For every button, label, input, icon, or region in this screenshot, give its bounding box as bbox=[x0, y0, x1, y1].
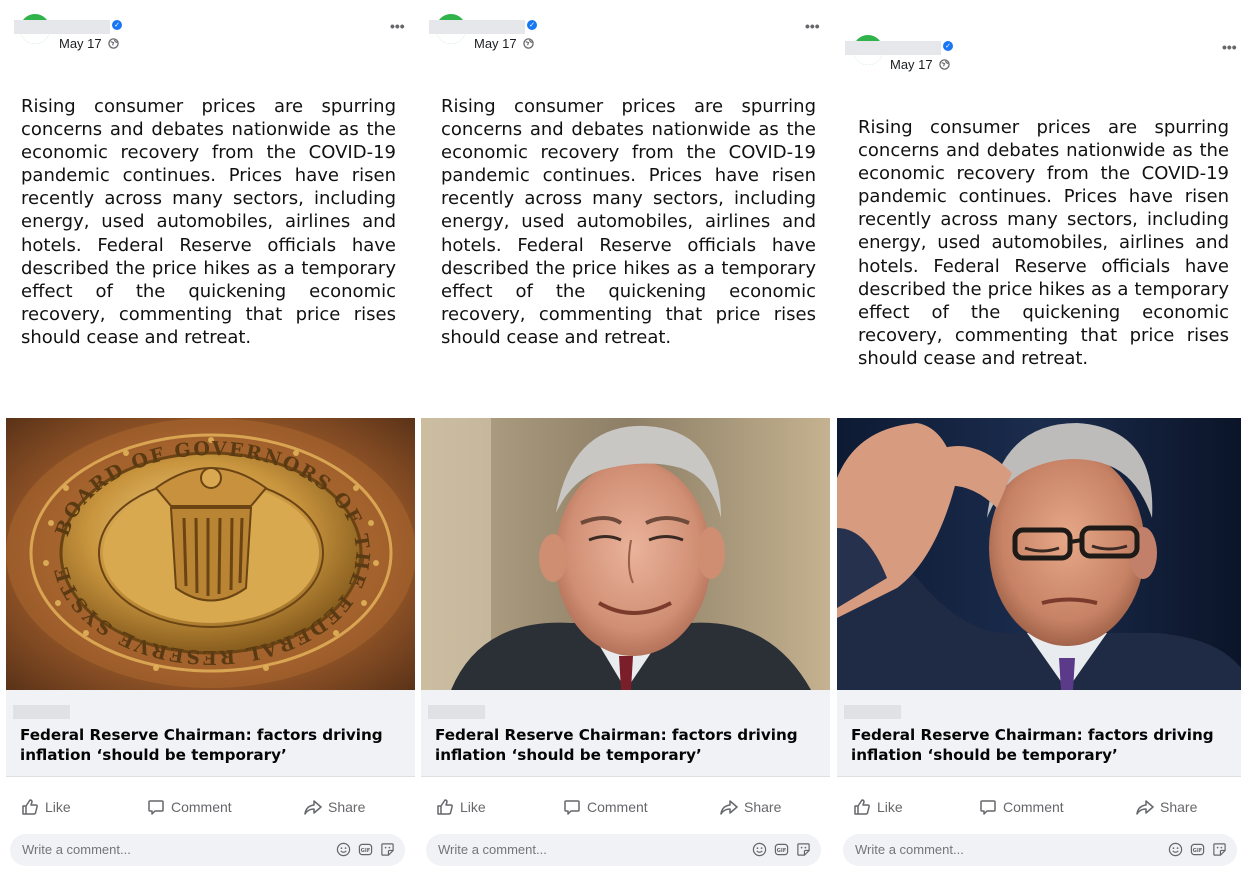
svg-text:GIF: GIF bbox=[1193, 848, 1203, 854]
smiley-icon[interactable] bbox=[752, 842, 767, 857]
composer-icons: GIF bbox=[752, 842, 811, 857]
svg-text:GIF: GIF bbox=[777, 848, 787, 854]
more-options-button[interactable]: ••• bbox=[390, 18, 405, 34]
post-header: ✓ May 17 ••• bbox=[831, 31, 1241, 91]
link-title[interactable]: Federal Reserve Chairman: factors drivin… bbox=[20, 725, 410, 765]
post-date[interactable]: May 17 bbox=[474, 36, 534, 51]
comment-input[interactable] bbox=[855, 834, 1105, 866]
gif-icon[interactable]: GIF bbox=[358, 842, 373, 857]
post-actions: Like Comment Share bbox=[415, 792, 830, 822]
link-domain-redacted bbox=[13, 705, 70, 719]
gif-icon[interactable]: GIF bbox=[774, 842, 789, 857]
verified-badge-icon: ✓ bbox=[527, 20, 537, 30]
composer-icons: GIF bbox=[1168, 842, 1227, 857]
link-preview-card[interactable]: Federal Reserve Chairman: factors drivin… bbox=[421, 690, 830, 777]
link-preview-card[interactable]: Federal Reserve Chairman: factors drivin… bbox=[6, 690, 415, 777]
globe-icon bbox=[939, 59, 950, 70]
link-preview-card[interactable]: Federal Reserve Chairman: factors drivin… bbox=[837, 690, 1241, 777]
comment-button[interactable]: Comment bbox=[563, 792, 648, 822]
globe-icon bbox=[523, 38, 534, 49]
speech-bubble-icon bbox=[564, 800, 580, 815]
svg-text:GIF: GIF bbox=[361, 848, 371, 854]
more-options-button[interactable]: ••• bbox=[1222, 39, 1237, 55]
link-domain-redacted bbox=[844, 705, 901, 719]
comment-button[interactable]: Comment bbox=[147, 792, 232, 822]
post-body-text: Rising consumer prices are spurring conc… bbox=[858, 117, 1229, 369]
share-arrow-icon bbox=[304, 800, 322, 815]
comment-button[interactable]: Comment bbox=[979, 792, 1064, 822]
post-card-2: ✓ May 17 ••• Rising consumer prices are … bbox=[415, 0, 830, 886]
share-button[interactable]: Share bbox=[304, 792, 365, 822]
post-body-text: Rising consumer prices are spurring conc… bbox=[441, 96, 816, 348]
post-image-federal-reserve-seal[interactable]: BOARD OF GOVERNORS OF THE FEDERAL RESERV… bbox=[6, 418, 415, 690]
post-image-chairman-worried[interactable] bbox=[837, 418, 1241, 690]
composer-icons: GIF bbox=[336, 842, 395, 857]
sticker-icon[interactable] bbox=[796, 842, 811, 857]
post-actions: Like Comment Share bbox=[831, 792, 1241, 822]
share-button[interactable]: Share bbox=[720, 792, 781, 822]
comment-input[interactable] bbox=[438, 834, 688, 866]
link-title[interactable]: Federal Reserve Chairman: factors drivin… bbox=[435, 725, 825, 765]
post-actions: Like Comment Share bbox=[0, 792, 415, 822]
post-header: ✓ May 17 ••• bbox=[0, 10, 415, 70]
post-header: ✓ May 17 ••• bbox=[415, 10, 830, 70]
thumbs-up-icon bbox=[437, 799, 453, 815]
post-card-1: ✓ May 17 ••• Rising consumer prices are … bbox=[0, 0, 415, 886]
smiley-icon[interactable] bbox=[336, 842, 351, 857]
share-arrow-icon bbox=[720, 800, 738, 815]
post-date[interactable]: May 17 bbox=[59, 36, 119, 51]
post-image-chairman-smiling[interactable] bbox=[421, 418, 830, 690]
comment-input[interactable] bbox=[22, 834, 272, 866]
link-domain-redacted bbox=[428, 705, 485, 719]
post-body-text: Rising consumer prices are spurring conc… bbox=[21, 96, 396, 348]
sticker-icon[interactable] bbox=[380, 842, 395, 857]
share-arrow-icon bbox=[1136, 800, 1154, 815]
author-name-redacted[interactable] bbox=[429, 20, 525, 34]
comment-composer: GIF bbox=[426, 834, 821, 866]
gif-icon[interactable]: GIF bbox=[1190, 842, 1205, 857]
like-button[interactable]: Like bbox=[853, 792, 903, 822]
comment-composer: GIF bbox=[10, 834, 405, 866]
verified-badge-icon: ✓ bbox=[112, 20, 122, 30]
verified-badge-icon: ✓ bbox=[943, 41, 953, 51]
link-title[interactable]: Federal Reserve Chairman: factors drivin… bbox=[851, 725, 1241, 765]
speech-bubble-icon bbox=[148, 800, 164, 815]
author-name-redacted[interactable] bbox=[845, 41, 941, 55]
share-button[interactable]: Share bbox=[1136, 792, 1197, 822]
author-name-redacted[interactable] bbox=[14, 20, 110, 34]
like-button[interactable]: Like bbox=[436, 792, 486, 822]
comment-composer: GIF bbox=[843, 834, 1237, 866]
like-button[interactable]: Like bbox=[21, 792, 71, 822]
post-date[interactable]: May 17 bbox=[890, 57, 950, 72]
thumbs-up-icon bbox=[22, 799, 38, 815]
thumbs-up-icon bbox=[854, 799, 870, 815]
post-card-3: ✓ May 17 ••• Rising consumer prices are … bbox=[831, 0, 1241, 886]
sticker-icon[interactable] bbox=[1212, 842, 1227, 857]
more-options-button[interactable]: ••• bbox=[805, 18, 820, 34]
speech-bubble-icon bbox=[980, 800, 996, 815]
globe-icon bbox=[108, 38, 119, 49]
smiley-icon[interactable] bbox=[1168, 842, 1183, 857]
